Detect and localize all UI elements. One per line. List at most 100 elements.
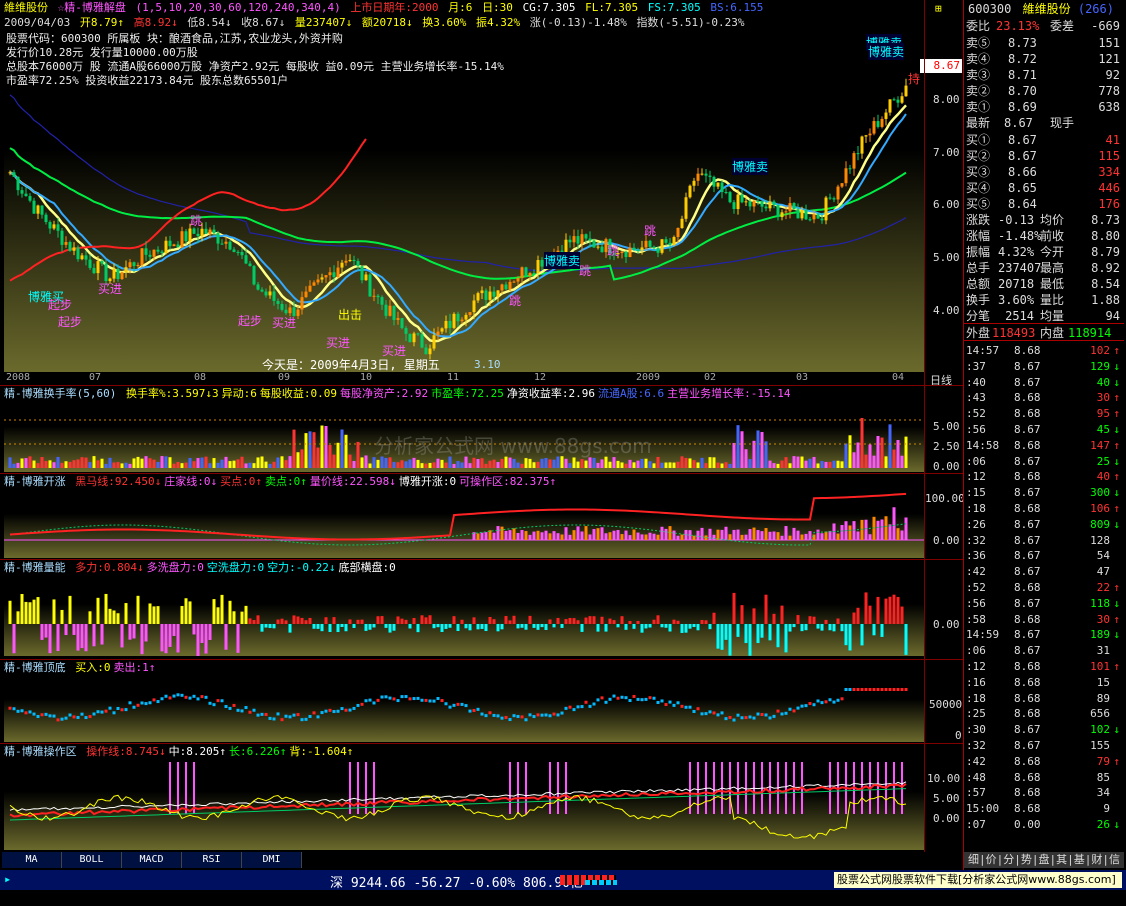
tick-price: 8.67 (1014, 628, 1041, 642)
volprice-bar (576, 526, 580, 540)
topbottom-panel[interactable] (4, 676, 924, 742)
topbottom-dot (72, 715, 76, 719)
candle-body (864, 135, 868, 137)
energy-bar (304, 620, 308, 624)
main-price-chart[interactable]: 股票代码：600300 所属板 块：酿酒食品,江苏,农业龙头,外资并购 发行价1… (4, 30, 924, 372)
topbottom-dot (760, 713, 764, 717)
operate-panel[interactable] (4, 760, 924, 850)
tab-dmi[interactable]: DMI (242, 852, 302, 868)
panel-title[interactable]: 精-博雅量能 (4, 561, 66, 574)
topbottom-dot (164, 694, 168, 698)
topbottom-dot (752, 716, 756, 720)
topbottom-dot (424, 698, 428, 702)
turnover-bar (196, 458, 200, 468)
turnover-bar (888, 424, 892, 468)
turnover-panel[interactable]: 分析家公式网 www.88gs.com (4, 402, 924, 472)
energy-bar (748, 624, 752, 656)
energy-bar (196, 624, 200, 656)
topbottom-dot (96, 710, 100, 714)
topbottom-dot (212, 703, 216, 707)
sell-row[interactable]: 卖② 8.70 778 (964, 83, 1124, 99)
tick-price: 8.67 (1014, 375, 1041, 389)
energy-bar (544, 624, 548, 630)
turnover-bar (12, 463, 16, 468)
turnover-bar (72, 460, 76, 468)
sell-row[interactable]: 卖③ 8.71 92 (964, 67, 1124, 83)
buy-row[interactable]: 买④ 8.65 446 (964, 180, 1124, 196)
tab-macd[interactable]: MACD (122, 852, 182, 868)
turnover-bar (132, 458, 136, 468)
topbottom-dot (120, 708, 124, 712)
ad-banner[interactable]: 股票公式网股票软件下载[分析家公式网www.88gs.com] (834, 872, 1122, 888)
tick-row: :07 0.00 26 ↓ (964, 817, 1124, 833)
turnover-bar (628, 459, 632, 468)
attack-label: 出击 (338, 308, 363, 322)
today-label: 今天是：2009年4月3日, 星期五 (262, 358, 440, 372)
energy-bar (396, 616, 400, 624)
topbottom-dot (400, 695, 404, 699)
turnover-bar (516, 462, 520, 468)
topbottom-dot (196, 697, 200, 701)
indicator-value: 空洗盘力:0 (206, 561, 265, 574)
buy-row[interactable]: 买② 8.67 115 (964, 148, 1124, 164)
topbottom-dot (744, 716, 748, 720)
turnover-bar (340, 429, 344, 468)
candle-body (760, 201, 764, 207)
energy-bar (900, 606, 904, 624)
buy-row[interactable]: 买⑤ 8.64 176 (964, 196, 1124, 212)
candle-body (416, 333, 420, 335)
stat-label: 最低 (1040, 277, 1065, 291)
tab-rsi[interactable]: RSI (182, 852, 242, 868)
volprice-bar (856, 531, 860, 540)
tick-time: :32 (966, 533, 986, 547)
candle-body (284, 309, 288, 314)
energy-bar (612, 620, 616, 624)
turnover-bar (724, 462, 728, 468)
buy-row[interactable]: 买③ 8.66 334 (964, 164, 1124, 180)
candle-body (588, 238, 592, 241)
turnover-bar (760, 431, 764, 468)
energy-bar (808, 616, 812, 624)
topbottom-dot (888, 688, 892, 691)
turnover-bar (860, 417, 864, 468)
sidebar-tabs[interactable]: 细|价|分|势|盘|其|基|财|信 (964, 852, 1124, 868)
turnover-bar (276, 457, 280, 468)
energy-bar (64, 624, 68, 636)
tab-boll[interactable]: BOLL (62, 852, 122, 868)
panel-title[interactable]: 精-博雅开涨 (4, 475, 66, 488)
tick-price: 8.67 (1014, 517, 1041, 531)
panel-title[interactable]: 精-博雅换手率(5,60) (4, 387, 116, 400)
candle-body (424, 347, 428, 355)
rally-indicator-header: 精-博雅开涨 黑马线:92.450↓ 庄家线:0↓ 买点:0↑ 卖点:0↑ 量价线:22… (4, 474, 959, 490)
candle-body (380, 297, 384, 305)
energy-bar (108, 608, 112, 624)
panel-title[interactable]: 精-博雅操作区 (4, 745, 77, 758)
turnover-bar (240, 456, 244, 468)
turnover-bar (420, 463, 424, 468)
energy-bar (640, 624, 644, 633)
status-bar: ▸ 深 9244.66 -56.27 -0.60% 806.90亿 股票公式网股… (0, 870, 1126, 891)
candle-body (676, 227, 680, 238)
lock-icon[interactable]: ⊞ (935, 2, 942, 15)
candle-body (840, 183, 844, 187)
rally-panel[interactable] (4, 490, 924, 558)
tab-ma[interactable]: MA (2, 852, 62, 868)
tick-price: 8.67 (1014, 644, 1041, 658)
candle-body (668, 242, 672, 246)
sell-row[interactable]: 卖① 8.69 638 (964, 99, 1124, 115)
tick-volume: 118 (1090, 596, 1110, 610)
candle-body (96, 261, 100, 274)
sell-row[interactable]: 卖⑤ 8.73 151 (964, 35, 1124, 51)
sell-row[interactable]: 卖④ 8.72 121 (964, 51, 1124, 67)
panel-title[interactable]: 精-博雅顶底 (4, 661, 66, 674)
turnover-bar (224, 456, 228, 468)
status-arrow-icon[interactable]: ▸ (4, 872, 11, 886)
buy-row[interactable]: 买① 8.67 41 (964, 132, 1124, 148)
candle-body (300, 297, 304, 310)
volprice-bar (512, 528, 516, 540)
energy-panel[interactable] (4, 576, 924, 656)
topbottom-dot (460, 702, 464, 706)
axis-label: 100.00 (925, 492, 965, 505)
indicator-title[interactable]: ☆精-博雅解盘 (58, 1, 126, 14)
volprice-bar (820, 533, 824, 540)
